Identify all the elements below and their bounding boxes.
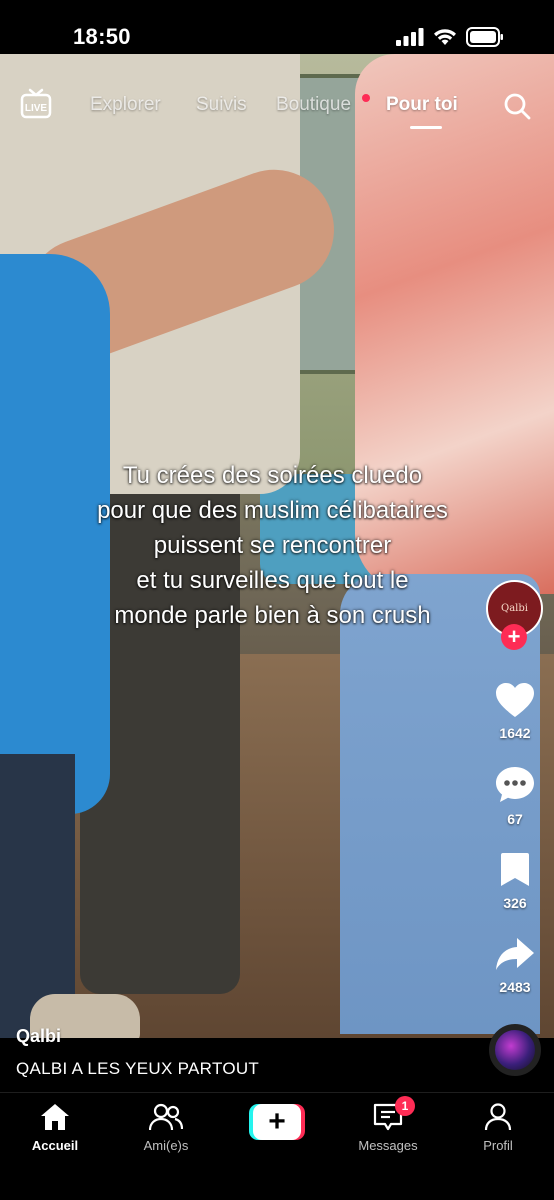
svg-text:LIVE: LIVE	[25, 103, 48, 114]
share-count: 2483	[499, 979, 531, 995]
tab-boutique[interactable]: Boutique	[276, 94, 351, 116]
friends-icon	[148, 1103, 184, 1131]
share-arrow-icon	[496, 938, 534, 970]
tabbar-label: Accueil	[31, 1138, 79, 1153]
tabbar-label: Messages	[358, 1138, 418, 1153]
tab-pour-toi[interactable]: Pour toi	[386, 94, 458, 116]
tabbar-label: Ami(e)s	[143, 1138, 189, 1153]
share-button[interactable]: 2483	[484, 936, 546, 995]
save-count: 326	[503, 895, 527, 911]
tab-suivis[interactable]: Suivis	[196, 94, 247, 116]
status-bar: 18:50	[0, 0, 554, 54]
video-caption: Tu crées des soirées cluedo pour que des…	[40, 458, 505, 633]
bookmark-icon	[501, 853, 529, 886]
comment-count: 67	[507, 811, 523, 827]
avatar-logo-text: Qalbi	[501, 603, 528, 614]
caption-line: monde parle bien à son crush	[114, 602, 431, 629]
search-icon[interactable]	[503, 92, 531, 125]
post-description[interactable]: QALBI A LES YEUX PARTOUT	[16, 1059, 259, 1079]
home-icon	[41, 1104, 69, 1130]
caption-line: pour que des muslim célibataires	[97, 497, 448, 524]
tab-explorer[interactable]: Explorer	[90, 94, 161, 116]
heart-icon	[496, 683, 534, 717]
music-disc-icon[interactable]	[489, 1024, 541, 1076]
tabbar-item-messages[interactable]: Messages	[343, 1103, 433, 1153]
creator-username[interactable]: Qalbi	[16, 1026, 61, 1047]
notification-dot	[362, 94, 370, 102]
caption-line: et tu surveilles que tout le	[136, 567, 409, 594]
signal-icon	[396, 28, 424, 46]
status-icons	[396, 27, 504, 47]
create-button[interactable]: +	[249, 1104, 305, 1140]
active-tab-indicator	[410, 126, 442, 129]
like-count: 1642	[499, 725, 531, 741]
tabbar-label: Profil	[483, 1138, 513, 1153]
caption-line: puissent se rencontrer	[153, 532, 392, 559]
battery-icon	[466, 27, 503, 47]
plus-icon: +	[253, 1104, 301, 1140]
follow-button[interactable]: +	[501, 624, 527, 650]
wifi-icon	[434, 29, 456, 45]
messages-badge: 1	[395, 1096, 415, 1116]
tabbar-item-profil[interactable]: Profil	[453, 1103, 543, 1153]
comment-icon	[496, 767, 534, 802]
save-button[interactable]: 326	[484, 852, 546, 911]
tabbar-item-accueil[interactable]: Accueil	[10, 1103, 100, 1153]
plus-icon: +	[507, 624, 521, 649]
tabbar-item-amis[interactable]: Ami(e)s	[121, 1103, 211, 1153]
profile-icon	[484, 1103, 512, 1131]
top-nav: LIVE Explorer Suivis Boutique Pour toi	[0, 86, 554, 129]
like-button[interactable]: 1642	[484, 682, 546, 741]
comment-button[interactable]: 67	[484, 766, 546, 827]
caption-line: Tu crées des soirées cluedo	[122, 462, 423, 489]
status-time: 18:50	[73, 24, 131, 49]
live-icon[interactable]: LIVE	[20, 88, 52, 125]
